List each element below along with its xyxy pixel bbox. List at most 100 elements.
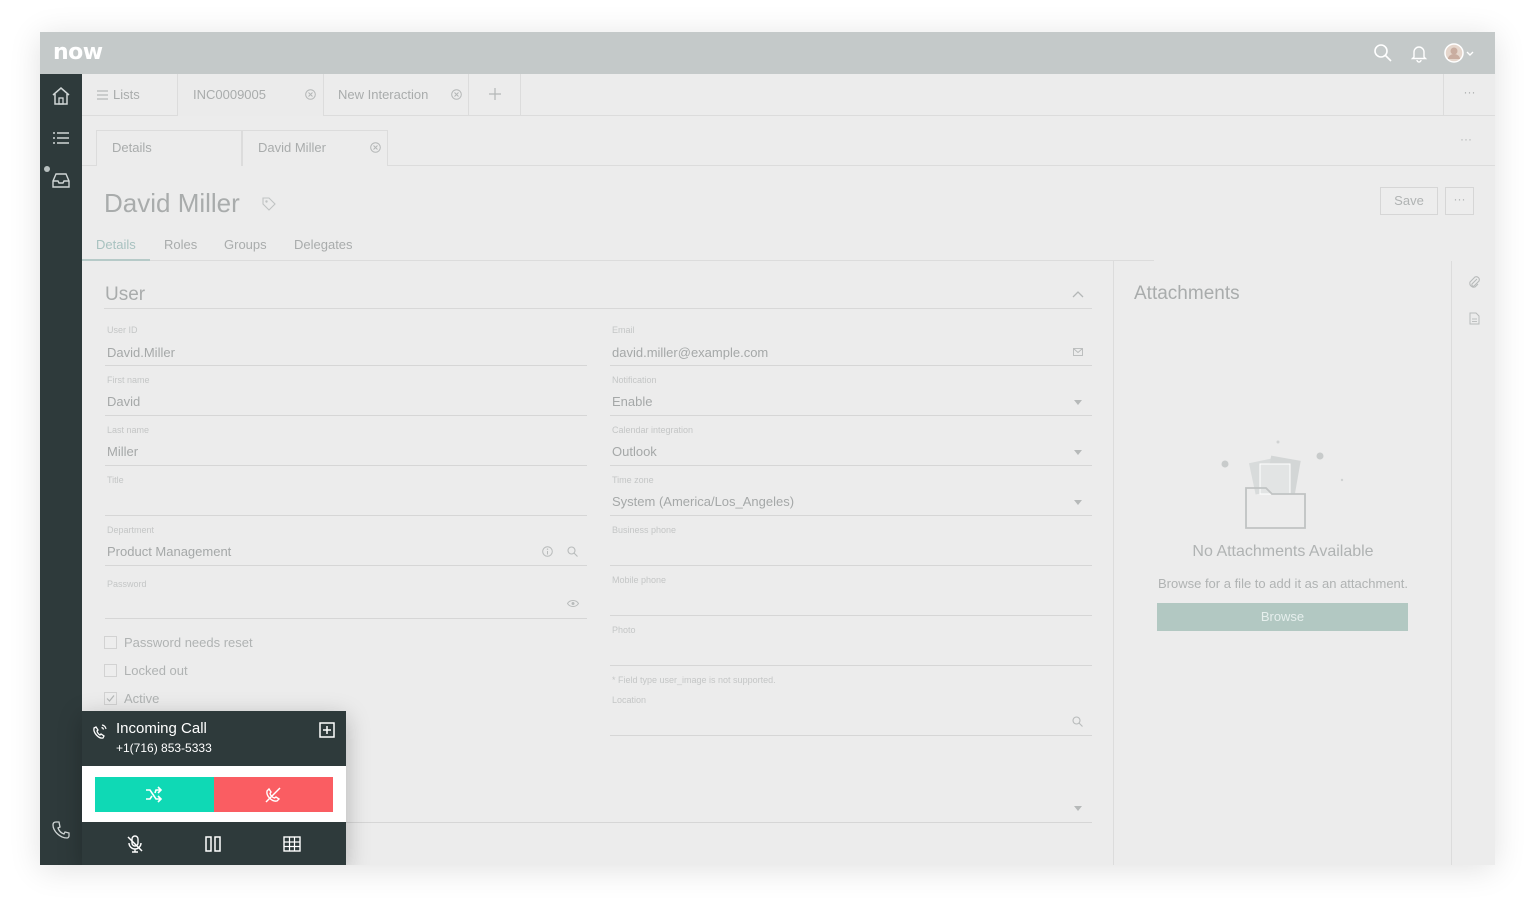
email-field[interactable]: david.miller@example.com (612, 345, 768, 360)
list-icon[interactable] (51, 128, 71, 148)
field-label: Email (612, 325, 635, 335)
tag-icon[interactable] (262, 197, 276, 211)
field-label: User ID (107, 325, 138, 335)
field-underline (105, 515, 587, 516)
tab-label: INC0009005 (193, 87, 266, 102)
right-rail (1451, 261, 1495, 865)
transfer-call-button[interactable] (95, 777, 214, 812)
record-title: David Miller (104, 188, 240, 218)
phone-icon[interactable] (51, 820, 71, 840)
field-label: Last name (107, 425, 150, 435)
save-button[interactable]: Save (1380, 187, 1438, 215)
subtab-details[interactable]: Details (96, 130, 242, 166)
dropdown-caret-icon[interactable] (1074, 450, 1082, 455)
dropdown-caret-icon[interactable] (1074, 500, 1082, 505)
mute-microphone-icon[interactable] (125, 834, 145, 854)
call-title: Incoming Call (116, 720, 207, 737)
tabbar-more-button[interactable]: ··· (1443, 74, 1495, 116)
field-label: Calendar integration (612, 425, 694, 435)
subtab-david-miller[interactable]: David Miller (242, 130, 388, 166)
browse-button[interactable]: Browse (1157, 603, 1408, 631)
search-icon[interactable] (1373, 43, 1393, 63)
calendar-integration-select[interactable]: Outlook (612, 444, 657, 459)
form-tab-groups[interactable]: Groups (224, 237, 267, 252)
avatar-icon[interactable] (1444, 43, 1474, 63)
record-more-button[interactable]: ··· (1445, 187, 1474, 215)
form-tabs: Details Roles Groups Delegates (82, 232, 1154, 261)
department-field[interactable]: Product Management (107, 544, 231, 559)
field-label: Department (107, 525, 155, 535)
ringing-phone-icon (93, 724, 107, 739)
field-underline (610, 365, 1092, 366)
subtab-label: Details (112, 140, 152, 155)
keypad-icon[interactable] (282, 834, 302, 854)
last-name-field[interactable]: Miller (107, 444, 138, 459)
locked-out-checkbox[interactable] (104, 664, 117, 677)
password-reset-checkbox[interactable] (104, 636, 117, 649)
inbox-icon[interactable] (51, 170, 71, 190)
left-nav (40, 74, 82, 865)
close-icon[interactable] (451, 89, 462, 100)
decline-call-button[interactable] (214, 777, 333, 812)
empty-subtitle: Browse for a file to add it as an attach… (1157, 576, 1409, 591)
section-title: User (105, 284, 146, 305)
field-underline (610, 615, 1092, 616)
field-underline (610, 465, 1092, 466)
attachments-title: Attachments (1134, 283, 1240, 304)
field-underline (610, 735, 1092, 736)
field-label: Time zone (612, 475, 654, 485)
home-icon[interactable] (51, 86, 71, 106)
empty-folder-icon (1221, 440, 1344, 529)
field-underline (105, 465, 587, 466)
call-actions (82, 766, 346, 822)
field-underline (610, 565, 1092, 566)
indicator-dot-icon (44, 166, 50, 172)
active-checkbox[interactable] (104, 692, 117, 705)
subtab-bar: Details David Miller ··· (82, 116, 1495, 166)
document-icon[interactable] (1469, 312, 1480, 325)
close-icon[interactable] (305, 89, 316, 100)
bell-icon[interactable] (1409, 43, 1429, 63)
caller-number: +1(716) 853-5333 (116, 741, 212, 755)
lookup-search-icon[interactable] (567, 546, 578, 557)
hold-icon[interactable] (203, 834, 223, 854)
mail-icon[interactable] (1073, 348, 1083, 356)
first-name-field[interactable]: David (107, 394, 140, 409)
form-tab-roles[interactable]: Roles (164, 237, 197, 252)
dropdown-caret-icon[interactable] (1074, 400, 1082, 405)
close-icon[interactable] (370, 142, 381, 153)
now-logo[interactable]: now (53, 40, 103, 65)
active-tab-indicator (82, 259, 150, 261)
field-underline (346, 822, 1092, 823)
checkbox-label: Password needs reset (124, 635, 253, 650)
tab-lists[interactable]: Lists (82, 74, 178, 116)
field-underline (105, 618, 587, 619)
field-label: Business phone (612, 525, 677, 535)
field-underline (105, 565, 587, 566)
tab-new-interaction[interactable]: New Interaction (324, 74, 469, 116)
lookup-search-icon[interactable] (1072, 716, 1083, 727)
call-controls (82, 822, 346, 865)
tab-incident[interactable]: INC0009005 (178, 74, 324, 116)
eye-icon[interactable] (567, 599, 579, 608)
incoming-call-header: Incoming Call +1(716) 853-5333 (82, 711, 346, 766)
paperclip-icon[interactable] (1467, 275, 1481, 289)
field-label: Location (612, 695, 647, 705)
field-label: Mobile phone (612, 575, 667, 585)
time-zone-select[interactable]: System (America/Los_Angeles) (612, 494, 794, 509)
field-label: Title (107, 475, 124, 485)
form-tab-details[interactable]: Details (96, 237, 136, 252)
section-divider (104, 308, 1092, 309)
checkbox-label: Active (124, 691, 160, 706)
subtab-more-button[interactable]: ··· (1460, 132, 1472, 146)
dropdown-caret-icon[interactable] (1074, 806, 1082, 811)
user-id-field[interactable]: David.Miller (107, 345, 175, 360)
chevron-up-icon[interactable] (1072, 290, 1084, 298)
checkbox-label: Locked out (124, 663, 188, 678)
info-icon[interactable] (542, 546, 553, 557)
add-tab-button[interactable] (469, 74, 521, 116)
form-tab-delegates[interactable]: Delegates (294, 237, 353, 252)
notification-select[interactable]: Enable (612, 394, 652, 409)
expand-plus-icon[interactable] (319, 722, 335, 738)
empty-title: No Attachments Available (1192, 543, 1374, 560)
